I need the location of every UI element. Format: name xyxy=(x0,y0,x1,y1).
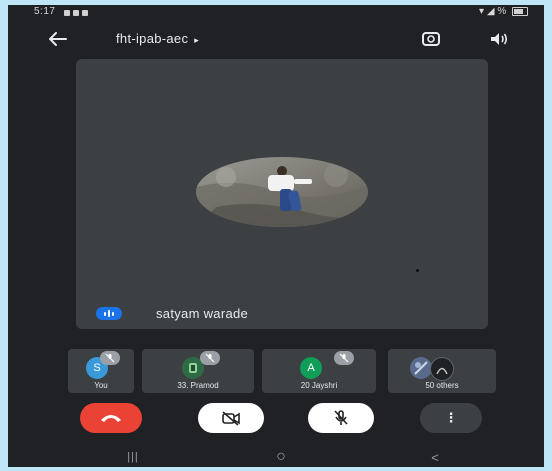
profile-photo xyxy=(196,157,368,227)
participant-label: 33. Pramod xyxy=(177,381,219,390)
camera-toggle-button[interactable] xyxy=(198,403,264,433)
home-icon: ○ xyxy=(276,448,286,465)
back-button[interactable] xyxy=(46,27,70,51)
status-time: 5:17 xyxy=(34,6,56,17)
mic-toggle-button[interactable] xyxy=(308,403,374,433)
recents-icon: ||| xyxy=(127,451,139,463)
more-options-button[interactable]: ⋮ xyxy=(420,403,482,433)
wifi-icon: ▾ xyxy=(479,6,485,17)
camera-switch-icon xyxy=(422,32,440,46)
status-right: ▾ ◢ % xyxy=(479,6,528,17)
back-icon: < xyxy=(431,449,439,465)
participant-tile-others[interactable]: 50 others xyxy=(388,349,496,393)
participant-label: You xyxy=(94,381,108,390)
tile-dot xyxy=(416,269,419,272)
switch-camera-button[interactable] xyxy=(418,27,444,51)
mic-off-icon xyxy=(100,351,120,365)
participant-avatar: A xyxy=(300,357,322,379)
speaker-name: satyam warade xyxy=(156,306,249,321)
participant-tile-pramod[interactable]: 33. Pramod xyxy=(142,349,254,393)
participant-label: 20 Jayshri xyxy=(300,381,338,390)
participants-strip: S You 33. Pramod A 20 Jayshri 50 others xyxy=(68,349,498,393)
recents-button[interactable]: ||| xyxy=(118,449,148,465)
speaker-icon xyxy=(491,33,508,45)
battery-icon xyxy=(512,6,528,16)
chevron-right-icon: ▸ xyxy=(194,35,200,45)
mic-off-icon xyxy=(200,351,220,365)
main-video-tile[interactable]: satyam warade xyxy=(76,59,488,329)
top-bar: fht-ipab-aec ▸ xyxy=(8,19,544,59)
speaking-indicator-icon xyxy=(96,307,122,320)
call-controls: ⋮ xyxy=(8,403,544,433)
signal-icon: ◢ xyxy=(486,6,495,17)
participant-avatar xyxy=(410,357,432,379)
status-bar: 5:17 ▾ ◢ % xyxy=(8,5,544,19)
participant-label: 50 others xyxy=(425,381,459,390)
mic-off-icon xyxy=(334,351,354,365)
mic-off-icon xyxy=(334,410,348,425)
system-nav-bar: ||| ○ < xyxy=(8,447,544,467)
participant-tile-jayshri[interactable]: A 20 Jayshri xyxy=(262,349,376,393)
participant-tile-you[interactable]: S You xyxy=(68,349,134,393)
meeting-title[interactable]: fht-ipab-aec ▸ xyxy=(116,31,199,46)
notification-icons xyxy=(64,8,91,19)
nav-back-button[interactable]: < xyxy=(420,449,450,465)
end-call-button[interactable] xyxy=(80,403,142,433)
more-vert-icon: ⋮ xyxy=(444,410,458,425)
audio-output-button[interactable] xyxy=(486,27,512,51)
speaker-avatar xyxy=(196,157,368,227)
phone-hangup-icon xyxy=(101,415,121,422)
home-button[interactable]: ○ xyxy=(266,448,296,465)
meeting-code: fht-ipab-aec xyxy=(116,31,189,46)
camera-off-icon xyxy=(222,411,240,426)
battery-percent: % xyxy=(497,6,507,17)
participant-avatar xyxy=(430,357,454,381)
phone-screen: 5:17 ▾ ◢ % fht-ipab-aec ▸ satyam warade … xyxy=(8,5,544,467)
arrow-left-icon xyxy=(49,32,67,46)
